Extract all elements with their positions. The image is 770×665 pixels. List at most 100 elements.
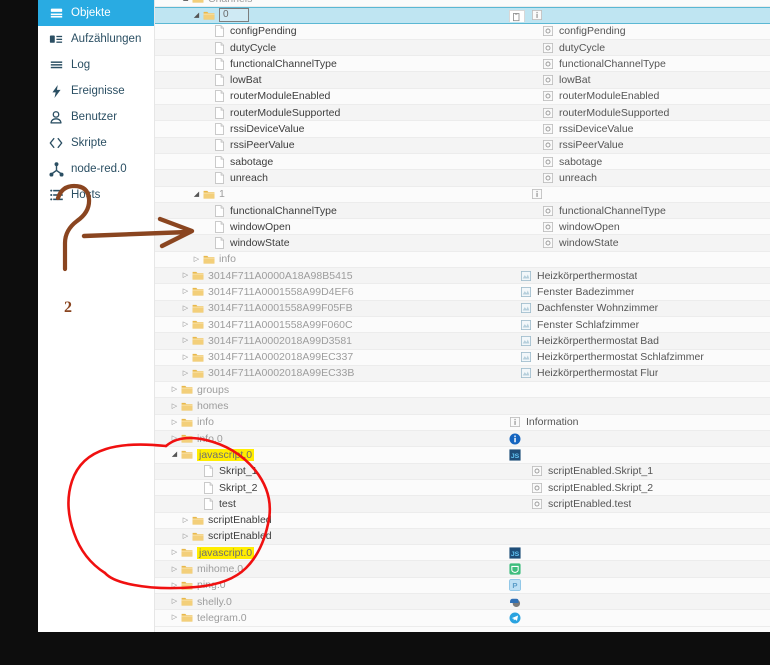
- tree-row-name-cell[interactable]: routerModuleEnabled: [155, 90, 542, 103]
- chevron-right-icon[interactable]: ▷: [180, 354, 191, 361]
- tree-row[interactable]: sabotage sabotage: [155, 154, 770, 171]
- tree-row-name-cell[interactable]: ▷ scriptEnabled: [155, 530, 520, 543]
- tree-row-name-cell[interactable]: rssiPeerValue: [155, 139, 542, 152]
- chevron-right-icon[interactable]: ▷: [180, 272, 191, 279]
- tree-row[interactable]: lowBat lowBat: [155, 72, 770, 89]
- chevron-right-icon[interactable]: ▷: [191, 256, 202, 263]
- sidebar-item-ereignisse[interactable]: Ereignisse: [38, 78, 154, 104]
- chevron-right-icon[interactable]: ▷: [180, 305, 191, 312]
- tree-row[interactable]: routerModuleSupported routerModuleSupport…: [155, 105, 770, 122]
- tree-row[interactable]: ◢ 1: [155, 187, 770, 203]
- tree-row-name-cell[interactable]: unreach: [155, 171, 542, 184]
- tree-row[interactable]: ▷ 3014F711A0001558A99F05FB Dachfenster Woh…: [155, 300, 770, 317]
- sidebar-item-aufz-hlungen[interactable]: Aufzählungen: [38, 26, 154, 52]
- tree-row[interactable]: ▷ info.0: [155, 431, 770, 448]
- tree-row-name-cell[interactable]: functionalChannelType: [155, 204, 542, 217]
- tree-row[interactable]: Skript_1 scriptEnabled.Skript_1: [155, 463, 770, 480]
- tree-row[interactable]: routerModuleEnabled routerModuleEnabled: [155, 89, 770, 106]
- tree-row-name-cell[interactable]: Skript_1: [155, 465, 531, 478]
- tree-row[interactable]: Skript_2 scriptEnabled.Skript_2: [155, 480, 770, 497]
- tree-row-name-cell[interactable]: ▷ 3014F711A0002018A99D3581: [155, 334, 520, 347]
- chevron-down-icon[interactable]: ◢: [191, 191, 202, 198]
- tree-row[interactable]: ▷ info Information: [155, 415, 770, 432]
- tree-row[interactable]: ▷ 3014F711A0002018A99EC33B Heizkörpertherm…: [155, 365, 770, 383]
- tree-row[interactable]: configPending configPending: [155, 24, 770, 40]
- tree-row-name-cell[interactable]: Skript_2: [155, 481, 531, 494]
- tree-row[interactable]: ▷ info: [155, 252, 770, 269]
- tree-row-name-cell[interactable]: ▷ 3014F711A0002018A99EC33B: [155, 367, 520, 380]
- tree-row-name-cell[interactable]: ▷ mihome.0: [155, 563, 509, 576]
- tree-row-name-cell[interactable]: ▷ 3014F711A0001558A99D4EF6: [155, 285, 520, 298]
- chevron-right-icon[interactable]: ▷: [180, 337, 191, 344]
- tree-row-name-input[interactable]: 0: [219, 8, 249, 23]
- chevron-right-icon[interactable]: ▷: [169, 549, 180, 556]
- tree-row[interactable]: ◢ javascript.0 JS: [155, 447, 770, 464]
- chevron-right-icon[interactable]: ▷: [169, 419, 180, 426]
- tree-row[interactable]: ▷ ping.0 P: [155, 578, 770, 594]
- tree-row[interactable]: ◢ 0: [155, 7, 770, 24]
- tree-row[interactable]: functionalChannelType functionalChannelTy…: [155, 202, 770, 220]
- chevron-right-icon[interactable]: ▷: [180, 288, 191, 295]
- chevron-right-icon[interactable]: ▷: [169, 566, 180, 573]
- chevron-right-icon[interactable]: ▷: [169, 386, 180, 393]
- tree-row[interactable]: ▷ 3014F711A0000A18A98B5415 Heizkörpertherm…: [155, 268, 770, 285]
- tree-row-name-cell[interactable]: ◢ Channels: [155, 0, 520, 5]
- tree-row[interactable]: ▷ 3014F711A0001558A99D4EF6 Fenster Badezim…: [155, 284, 770, 301]
- tree-row-name-cell[interactable]: ▷ javascript.0: [155, 546, 509, 559]
- sidebar-item-node-red-0[interactable]: node-red.0: [38, 156, 154, 182]
- tree-row[interactable]: ▷ 3014F711A0002018A99EC337 Heizkörpertherm…: [155, 350, 770, 366]
- tree-row-name-cell[interactable]: ◢ javascript.0: [155, 448, 509, 461]
- tree-row-name-cell[interactable]: windowOpen: [155, 220, 542, 233]
- tree-row[interactable]: unreach unreach: [155, 170, 770, 187]
- sidebar-item-benutzer[interactable]: Benutzer: [38, 104, 154, 130]
- tree-row-name-cell[interactable]: functionalChannelType: [155, 57, 542, 70]
- tree-row[interactable]: ▷ scriptEnabled: [155, 513, 770, 529]
- tree-row-name-cell[interactable]: configPending: [155, 25, 542, 38]
- tree-row[interactable]: ▷ scriptEnabled: [155, 528, 770, 546]
- tree-row-name-cell[interactable]: ▷ info: [155, 253, 531, 266]
- tree-row-name-cell[interactable]: ▷ scriptEnabled: [155, 514, 520, 527]
- tree-row-name-cell[interactable]: test: [155, 497, 531, 510]
- tree-row[interactable]: ▷ javascript.0 JS: [155, 545, 770, 562]
- chevron-right-icon[interactable]: ▷: [169, 435, 180, 442]
- tree-row[interactable]: ▷ telegram.0: [155, 610, 770, 627]
- tree-row[interactable]: ▷ mihome.0: [155, 561, 770, 578]
- tree-row-name-cell[interactable]: lowBat: [155, 74, 542, 87]
- sidebar-item-log[interactable]: Log: [38, 52, 154, 78]
- tree-row[interactable]: test scriptEnabled.test: [155, 496, 770, 513]
- tree-row-name-cell[interactable]: ▷ info.0: [155, 432, 509, 445]
- object-tree[interactable]: ◢Channels◢0configPendingconfigPendingdut…: [155, 0, 770, 632]
- tree-row-name-cell[interactable]: ▷ 3014F711A0000A18A98B5415: [155, 269, 520, 282]
- tree-row-name-cell[interactable]: ▷ 3014F711A0002018A99EC337: [155, 351, 520, 364]
- chevron-right-icon[interactable]: ▷: [180, 370, 191, 377]
- tree-row[interactable]: rssiDeviceValue rssiDeviceValue: [155, 121, 770, 138]
- chevron-right-icon[interactable]: ▷: [169, 614, 180, 621]
- chevron-right-icon[interactable]: ▷: [180, 533, 191, 540]
- tree-row-name-cell[interactable]: windowState: [155, 237, 542, 250]
- tree-row-name-cell[interactable]: ◢ 1: [155, 188, 531, 201]
- tree-row-name-cell[interactable]: ▷ 3014F711A0001558A99F060C: [155, 318, 520, 331]
- chevron-right-icon[interactable]: ▷: [180, 321, 191, 328]
- chevron-down-icon[interactable]: ◢: [169, 451, 180, 458]
- tree-row[interactable]: ▷ homes: [155, 398, 770, 415]
- tree-row-name-cell[interactable]: sabotage: [155, 155, 542, 168]
- tree-row-name-cell[interactable]: routerModuleSupported: [155, 106, 542, 119]
- chevron-right-icon[interactable]: ▷: [169, 582, 180, 589]
- tree-row-name-cell[interactable]: rssiDeviceValue: [155, 123, 542, 136]
- tree-row-name-cell[interactable]: ▷ ping.0: [155, 579, 509, 592]
- tree-row[interactable]: windowOpen windowOpen: [155, 219, 770, 236]
- tree-row[interactable]: windowState windowState: [155, 235, 770, 252]
- sidebar-item-skripte[interactable]: Skripte: [38, 130, 154, 156]
- tree-row-name-cell[interactable]: ▷ 3014F711A0001558A99F05FB: [155, 302, 520, 315]
- tree-row-name-cell[interactable]: ▷ homes: [155, 400, 509, 413]
- tree-row[interactable]: ▷ groups: [155, 382, 770, 399]
- tree-row-name-cell[interactable]: ▷ shelly.0: [155, 595, 509, 608]
- chevron-right-icon[interactable]: ▷: [169, 598, 180, 605]
- tree-row[interactable]: dutyCycle dutyCycle: [155, 39, 770, 57]
- tree-row-name-cell[interactable]: dutyCycle: [155, 41, 542, 54]
- copy-icon[interactable]: [509, 9, 525, 23]
- tree-row-name-cell[interactable]: ◢ 0: [155, 8, 531, 23]
- tree-row[interactable]: functionalChannelType functionalChannelTy…: [155, 56, 770, 73]
- tree-row-name-cell[interactable]: ▷ info: [155, 416, 509, 429]
- tree-row[interactable]: rssiPeerValue rssiPeerValue: [155, 137, 770, 154]
